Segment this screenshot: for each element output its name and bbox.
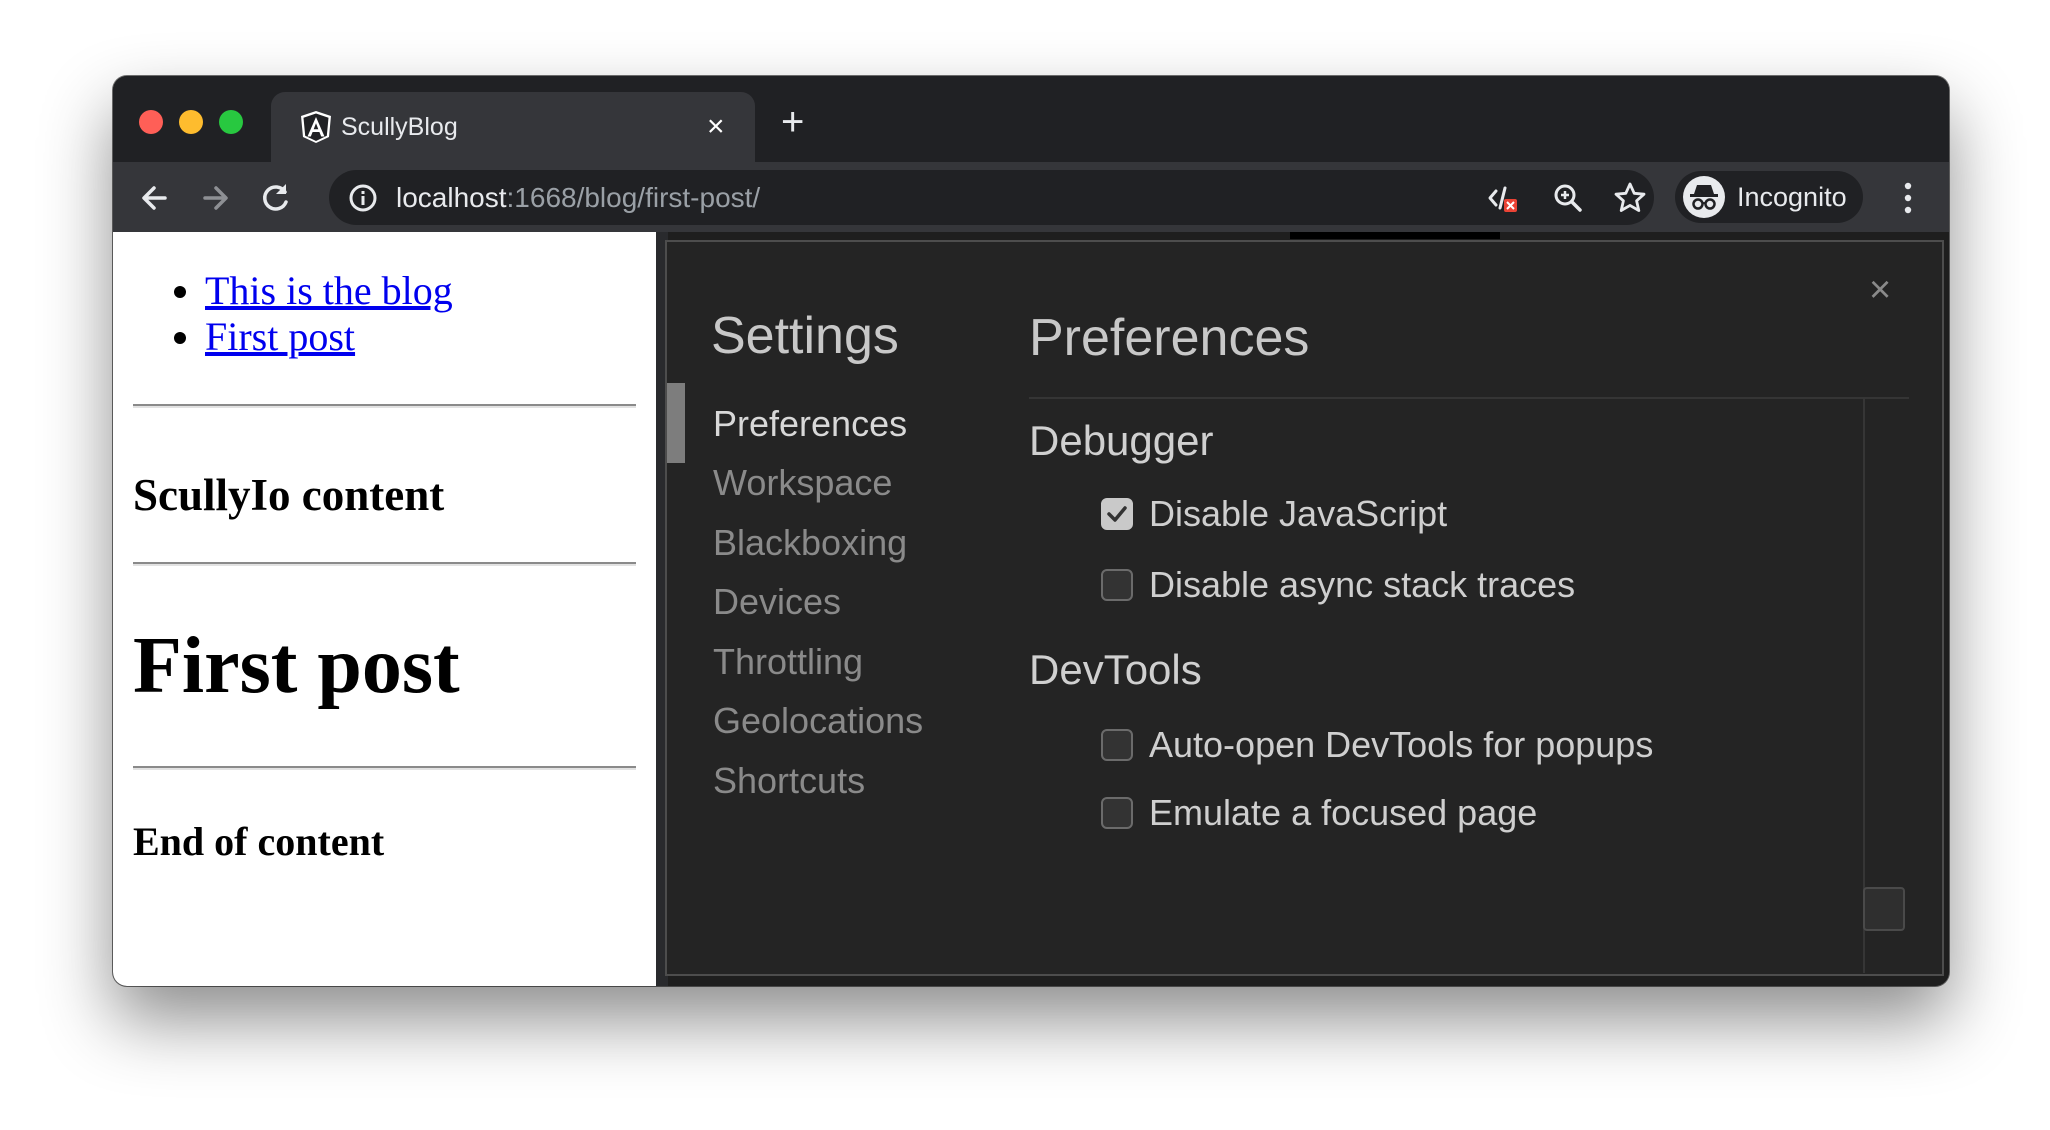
address-bar[interactable]: localhost:1668/blog/first-post/ bbox=[329, 170, 1654, 225]
section-title-devtools: DevTools bbox=[1029, 646, 1202, 693]
browser-tab[interactable]: ScullyBlog × bbox=[271, 92, 755, 162]
forward-arrow-icon[interactable] bbox=[195, 178, 235, 218]
panel-divider bbox=[1029, 397, 1909, 399]
maximize-window-button[interactable] bbox=[219, 110, 243, 134]
close-window-button[interactable] bbox=[139, 110, 163, 134]
title-bar: ScullyBlog × + bbox=[113, 76, 1949, 162]
tab-title: ScullyBlog bbox=[341, 113, 458, 141]
incognito-avatar bbox=[1683, 176, 1725, 218]
disable-async-stack-traces-checkbox[interactable] bbox=[1101, 569, 1133, 601]
panel-title: Preferences bbox=[1029, 309, 1310, 367]
url-path: :1668/blog/first-post/ bbox=[506, 182, 761, 213]
star-icon[interactable] bbox=[1613, 181, 1647, 215]
settings-nav-preferences[interactable]: Preferences bbox=[713, 402, 907, 446]
settings-close-icon[interactable]: × bbox=[1869, 270, 1891, 310]
auto-open-devtools-checkbox[interactable] bbox=[1101, 729, 1133, 761]
web-page: This is the blog First post ScullyIo con… bbox=[113, 232, 656, 986]
disable-javascript-checkbox[interactable] bbox=[1101, 498, 1133, 530]
settings-nav-devices[interactable]: Devices bbox=[713, 580, 841, 624]
browser-window: ScullyBlog × + localhost:1668/blog/first… bbox=[113, 76, 1949, 986]
emulate-focused-page-label[interactable]: Emulate a focused page bbox=[1149, 791, 1537, 835]
emulate-focused-page-checkbox[interactable] bbox=[1101, 797, 1133, 829]
first-post-link[interactable]: First post bbox=[205, 314, 355, 359]
url-text[interactable]: localhost:1668/blog/first-post/ bbox=[396, 182, 760, 214]
minimize-window-button[interactable] bbox=[179, 110, 203, 134]
tab-close-icon[interactable]: × bbox=[707, 112, 725, 142]
disable-javascript-label[interactable]: Disable JavaScript bbox=[1149, 492, 1447, 536]
toolbar: localhost:1668/blog/first-post/ Incognit… bbox=[113, 162, 1949, 232]
auto-open-devtools-label[interactable]: Auto-open DevTools for popups bbox=[1149, 723, 1653, 767]
blog-link[interactable]: This is the blog bbox=[205, 268, 453, 313]
list-item: First post bbox=[205, 314, 453, 360]
disable-async-stack-traces-label[interactable]: Disable async stack traces bbox=[1149, 563, 1575, 607]
settings-nav-blackboxing[interactable]: Blackboxing bbox=[713, 521, 907, 565]
list-item: This is the blog bbox=[205, 268, 453, 314]
zoom-icon[interactable] bbox=[1551, 181, 1585, 215]
settings-title: Settings bbox=[711, 307, 899, 365]
active-nav-indicator bbox=[667, 383, 685, 463]
settings-nav-geolocations[interactable]: Geolocations bbox=[713, 699, 923, 743]
viewport: This is the blog First post ScullyIo con… bbox=[113, 232, 1949, 986]
kebab-menu-icon[interactable] bbox=[1893, 178, 1923, 218]
post-title: First post bbox=[133, 622, 460, 710]
devtools-settings-dialog: Settings Preferences Workspace Blackboxi… bbox=[665, 240, 1944, 976]
content-footer: End of content bbox=[133, 819, 385, 864]
devtools-toolbar-strip bbox=[1290, 232, 1500, 239]
checkmark-icon bbox=[1107, 506, 1127, 522]
incognito-icon bbox=[1690, 185, 1718, 210]
section-title-debugger: Debugger bbox=[1029, 417, 1214, 464]
javascript-blocked-icon[interactable] bbox=[1486, 181, 1520, 215]
angular-logo-icon bbox=[301, 111, 331, 143]
horizontal-rule bbox=[133, 766, 636, 770]
settings-nav-throttling[interactable]: Throttling bbox=[713, 640, 863, 684]
profile-label: Incognito bbox=[1737, 182, 1847, 212]
url-host: localhost bbox=[396, 182, 507, 213]
back-arrow-icon[interactable] bbox=[135, 178, 175, 218]
page-nav-list: This is the blog First post bbox=[163, 268, 453, 360]
content-subtitle: ScullyIo content bbox=[133, 470, 445, 520]
scrollbar-thumb[interactable] bbox=[1863, 887, 1905, 931]
settings-nav-shortcuts[interactable]: Shortcuts bbox=[713, 759, 865, 803]
profile-button[interactable]: Incognito bbox=[1675, 171, 1863, 223]
horizontal-rule bbox=[133, 404, 636, 408]
reload-icon[interactable] bbox=[255, 178, 295, 218]
new-tab-button[interactable]: + bbox=[781, 102, 804, 142]
horizontal-rule bbox=[133, 562, 636, 566]
settings-nav-workspace[interactable]: Workspace bbox=[713, 461, 892, 505]
info-icon[interactable] bbox=[347, 182, 379, 214]
